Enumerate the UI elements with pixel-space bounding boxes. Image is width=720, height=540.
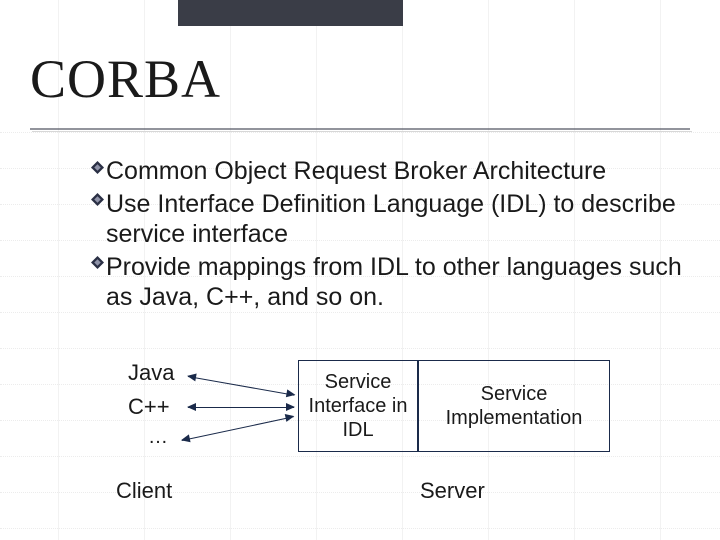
bullet-list: Common Object Request Broker Architectur… <box>88 156 688 315</box>
client-lang-java: Java <box>128 360 174 386</box>
title-underline-shadow <box>32 131 692 132</box>
bullet-text: Common Object Request Broker Architectur… <box>106 156 606 187</box>
box-service-interface-label: Service Interface in IDL <box>299 370 417 442</box>
arrow-ellipsis <box>182 416 294 441</box>
title-underline <box>30 128 690 130</box>
arrow-java <box>188 376 295 396</box>
bullet-item: Common Object Request Broker Architectur… <box>88 156 688 187</box>
diamond-bullet-icon <box>88 252 106 274</box>
bullet-item: Provide mappings from IDL to other langu… <box>88 252 688 313</box>
diamond-bullet-icon <box>88 189 106 211</box>
box-service-implementation-label: Service Implementation <box>419 382 609 430</box>
diagram: Java C++ … Service Interface in IDL Serv… <box>0 360 720 510</box>
bullet-text: Provide mappings from IDL to other langu… <box>106 252 688 313</box>
client-lang-cpp: C++ <box>128 394 170 420</box>
server-caption: Server <box>420 478 485 504</box>
header-dark-bar <box>178 0 403 26</box>
client-lang-ellipsis: … <box>148 426 168 449</box>
box-service-implementation: Service Implementation <box>418 360 610 452</box>
box-service-interface: Service Interface in IDL <box>298 360 418 452</box>
bullet-item: Use Interface Definition Language (IDL) … <box>88 189 688 250</box>
diamond-bullet-icon <box>88 156 106 178</box>
slide-title: CORBA <box>30 48 221 110</box>
client-caption: Client <box>116 478 172 504</box>
arrow-cpp <box>188 407 294 408</box>
bullet-text: Use Interface Definition Language (IDL) … <box>106 189 688 250</box>
